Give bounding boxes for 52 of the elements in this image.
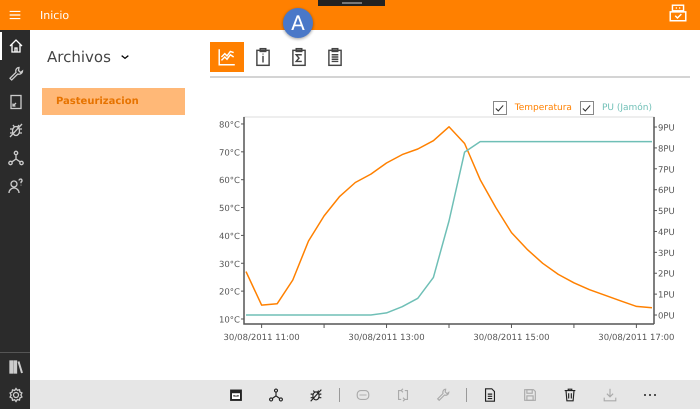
sync-icon [395,386,411,402]
device-check-icon [668,3,688,23]
checkbox[interactable] [492,101,507,115]
wrench-icon [7,65,25,83]
axis-label: 3PU [658,248,675,259]
axis-label: 30/08/2011 11:00 [224,333,300,343]
axis-label: 60°C [218,176,240,186]
clipboard-sum-icon [289,47,309,67]
axis-label: 70°C [218,148,240,158]
save-icon [522,386,538,402]
calendar-icon [228,386,244,402]
clipboard-info-icon [253,47,273,67]
user-question-icon [7,177,25,195]
legend-label: Temperatura [514,103,572,113]
checkbox[interactable] [580,101,594,115]
trash-icon [562,386,578,402]
bug-icon [308,386,324,402]
library-icon [7,358,25,376]
axis-label: 30°C [218,260,240,270]
axis-label: 0PU [658,312,675,322]
axis-label: 5PU [658,207,675,218]
axis-label: 9PU [658,124,675,134]
home-icon [7,37,25,55]
axis-label: 30/08/2011 13:00 [348,333,425,343]
axis-label: 2PU [658,270,675,280]
axis-label: 4PU [658,228,675,238]
app-title: Inicio [40,8,70,22]
check-icon [494,102,506,114]
wrench-icon [435,386,451,402]
axis-label: 50°C [218,204,240,214]
axis-label: 1PU [658,290,675,301]
document-icon [482,386,498,402]
network-icon [7,149,25,167]
axis-label: 30/08/2011 15:00 [473,333,550,343]
clipboard-list-icon [325,47,345,67]
drag-handle[interactable] [318,0,385,6]
download-icon [602,386,618,402]
check-icon [581,102,592,114]
bug-icon [7,121,25,139]
axis-label: 8PU [658,144,675,154]
line-chart-icon [217,47,237,67]
files-dropdown[interactable]: Archivos [47,48,111,66]
axis-label: 10°C [218,315,240,326]
axis-label: 20°C [218,288,240,298]
axis-label: 7PU [658,165,675,176]
axis-label: 30/08/2011 17:00 [598,333,674,343]
axis-label: 6PU [658,186,675,196]
axis-label: 80°C [218,120,240,130]
legend-label: PU (Jamón) [602,103,652,113]
network-icon [268,386,284,402]
axis-label: 40°C [218,232,240,242]
settings-icon [7,386,25,404]
